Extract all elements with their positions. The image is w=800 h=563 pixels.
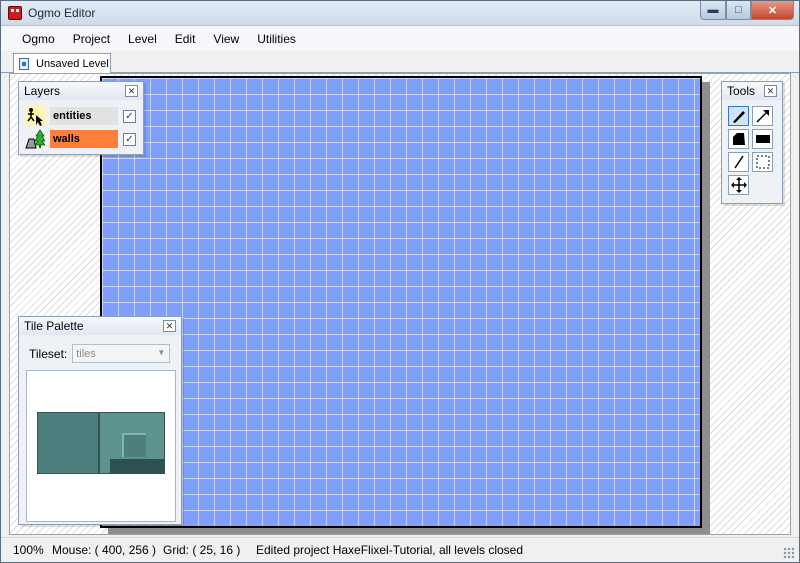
status-mouse: Mouse: ( 400, 256 ) <box>52 543 157 557</box>
tool-grid <box>728 106 773 195</box>
resize-grip[interactable] <box>783 547 795 559</box>
tools-panel-close-button[interactable]: ✕ <box>764 85 777 97</box>
tab-unsaved-level[interactable]: Unsaved Level <box>13 53 111 74</box>
tools-panel: Tools ✕ <box>721 81 783 204</box>
layer-visible-checkbox-entities[interactable]: ✓ <box>123 109 136 123</box>
layers-panel-close-button[interactable]: ✕ <box>125 85 138 97</box>
menu-edit[interactable]: Edit <box>166 29 205 49</box>
tile-palette-panel: Tile Palette ✕ Tileset: tiles <box>18 316 182 525</box>
layers-panel: Layers ✕ entities ✓ walls ✓ <box>18 81 144 155</box>
layer-visible-checkbox-walls[interactable]: ✓ <box>123 132 136 146</box>
rectangle-tool-button[interactable] <box>752 129 773 149</box>
tools-panel-header[interactable]: Tools ✕ <box>722 82 782 100</box>
status-grid: Grid: ( 25, 16 ) <box>163 543 241 557</box>
menu-bar: Ogmo Project Level Edit View Utilities <box>1 27 799 51</box>
window-title: Ogmo Editor <box>28 6 96 20</box>
flood-fill-icon <box>732 133 745 145</box>
tile-solid[interactable] <box>37 412 99 474</box>
layer-row-entities[interactable]: entities ✓ <box>25 106 139 126</box>
layer-name-walls[interactable]: walls <box>50 130 118 148</box>
entity-cursor-icon <box>25 106 45 126</box>
document-icon <box>19 58 29 70</box>
flood-fill-tool-button[interactable] <box>728 129 749 149</box>
tileset-label: Tileset: <box>29 346 68 361</box>
title-bar[interactable]: Ogmo Editor ▬ □ ✕ <box>1 1 799 26</box>
pencil-icon <box>732 111 745 123</box>
layer-row-walls[interactable]: walls ✓ <box>25 129 139 149</box>
menu-ogmo[interactable]: Ogmo <box>13 29 64 49</box>
arrow-icon <box>755 110 769 123</box>
status-zoom: 100% <box>13 543 44 557</box>
tile-palette-title: Tile Palette <box>24 319 84 333</box>
app-window: Ogmo Editor ▬ □ ✕ Ogmo Project Level Edi… <box>0 0 800 563</box>
tile-palette-area[interactable] <box>26 370 176 522</box>
line-tool-button[interactable] <box>728 152 749 172</box>
arrow-tool-button[interactable] <box>752 106 773 126</box>
tools-panel-title: Tools <box>727 84 756 98</box>
ogmo-app-icon <box>8 6 22 20</box>
tileset-row: Tileset: tiles <box>29 344 171 363</box>
move-tool-button[interactable] <box>728 175 749 195</box>
level-canvas[interactable] <box>100 76 702 528</box>
line-icon <box>733 155 744 169</box>
layer-name-entities[interactable]: entities <box>50 107 118 125</box>
minimize-button[interactable]: ▬ <box>700 1 726 20</box>
close-button[interactable]: ✕ <box>751 1 794 20</box>
menu-utilities[interactable]: Utilities <box>248 29 305 49</box>
pencil-tool-button[interactable] <box>728 106 749 126</box>
layers-panel-header[interactable]: Layers ✕ <box>19 82 143 100</box>
menu-project[interactable]: Project <box>64 29 119 49</box>
status-bar: 100% Mouse: ( 400, 256 ) Grid: ( 25, 16 … <box>1 537 799 562</box>
tileset-dropdown[interactable]: tiles <box>72 344 171 363</box>
menu-view[interactable]: View <box>204 29 248 49</box>
tile-beveled[interactable] <box>99 412 165 474</box>
tree-grid-icon <box>25 129 46 149</box>
tile-palette-close-button[interactable]: ✕ <box>163 320 176 332</box>
tab-label: Unsaved Level <box>36 58 109 70</box>
tab-strip: Unsaved Level <box>1 51 799 74</box>
status-message: Edited project HaxeFlixel-Tutorial, all … <box>256 543 523 557</box>
maximize-button[interactable]: □ <box>726 1 751 20</box>
move-icon <box>730 177 747 193</box>
tile-palette-header[interactable]: Tile Palette ✕ <box>19 317 181 335</box>
select-tool-button[interactable] <box>752 152 773 172</box>
select-icon <box>756 155 769 169</box>
layers-panel-title: Layers <box>24 84 61 98</box>
rectangle-icon <box>755 135 770 143</box>
menu-level[interactable]: Level <box>119 29 166 49</box>
